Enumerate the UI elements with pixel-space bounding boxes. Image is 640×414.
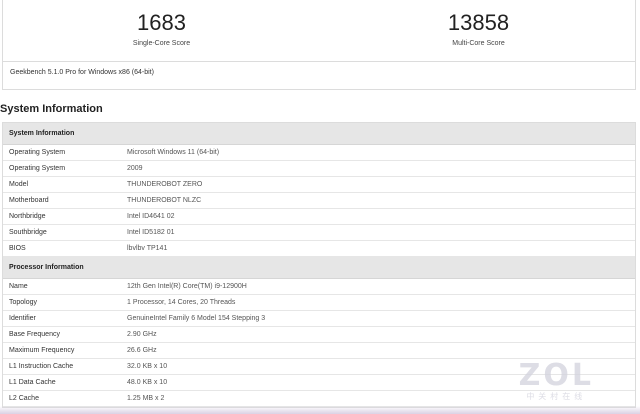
row-key: Operating System: [9, 149, 66, 156]
single-core-score: 1683 Single-Core Score: [3, 0, 320, 47]
row-value: 2009: [127, 165, 143, 172]
table-row: Maximum Frequency 26.6 GHz: [3, 343, 635, 359]
multi-core-score: 13858 Multi-Core Score: [320, 0, 637, 47]
row-key: Base Frequency: [9, 331, 60, 338]
row-key: Southbridge: [9, 229, 47, 236]
table-row: Model THUNDEROBOT ZERO: [3, 177, 635, 193]
system-info-heading: System Information: [3, 123, 635, 145]
row-value: THUNDEROBOT ZERO: [127, 181, 203, 188]
watermark-logo: ZOL: [518, 358, 594, 393]
row-key: L1 Instruction Cache: [9, 363, 74, 370]
table-row: Motherboard THUNDEROBOT NLZC: [3, 193, 635, 209]
table-row: Southbridge Intel ID5182 01: [3, 225, 635, 241]
row-key: Northbridge: [9, 213, 46, 220]
row-value: 12th Gen Intel(R) Core(TM) i9-12900H: [127, 283, 247, 290]
row-value: 48.0 KB x 10: [127, 379, 168, 386]
bottom-fade: [0, 406, 640, 414]
zol-watermark: ZOL 中关村在线: [519, 358, 594, 402]
row-value: 26.6 GHz: [127, 347, 157, 354]
table-row: Name 12th Gen Intel(R) Core(TM) i9-12900…: [3, 279, 635, 295]
table-row: Operating System 2009: [3, 161, 635, 177]
row-key: Identifier: [9, 315, 36, 322]
table-row: Operating System Microsoft Windows 11 (6…: [3, 145, 635, 161]
watermark-subtitle: 中关村在线: [526, 392, 587, 401]
row-key: L1 Data Cache: [9, 379, 56, 386]
table-row: BIOS lbvlbv TP141: [3, 241, 635, 257]
section-title: System Information: [0, 103, 103, 115]
multi-core-value: 13858: [447, 10, 510, 35]
multi-core-label: Multi-Core Score: [452, 40, 505, 47]
score-divider: [3, 61, 635, 62]
row-value: lbvlbv TP141: [127, 245, 168, 252]
row-key: Motherboard: [9, 197, 49, 204]
row-value: THUNDEROBOT NLZC: [127, 197, 202, 204]
row-value: Intel ID5182 01: [127, 229, 175, 236]
table-row: Base Frequency 2.90 GHz: [3, 327, 635, 343]
score-card: 1683 Single-Core Score 13858 Multi-Core …: [2, 0, 636, 90]
row-value: Intel ID4641 02: [127, 213, 175, 220]
row-key: Model: [9, 181, 29, 188]
row-value: 1.25 MB x 2: [127, 395, 165, 402]
row-key: Maximum Frequency: [9, 347, 75, 354]
row-value: 1 Processor, 14 Cores, 20 Threads: [127, 299, 236, 306]
single-core-value: 1683: [137, 10, 186, 35]
row-key: Name: [9, 283, 28, 290]
table-row: Topology 1 Processor, 14 Cores, 20 Threa…: [3, 295, 635, 311]
row-key: L2 Cache: [9, 395, 39, 402]
processor-info-heading: Processor Information: [3, 257, 635, 279]
row-value: 32.0 KB x 10: [127, 363, 168, 370]
single-core-label: Single-Core Score: [132, 40, 191, 47]
row-value: Microsoft Windows 11 (64-bit): [127, 149, 220, 156]
table-row: Northbridge Intel ID4641 02: [3, 209, 635, 225]
row-value: 2.90 GHz: [127, 331, 157, 338]
row-key: Operating System: [9, 165, 66, 172]
row-key: Topology: [9, 299, 38, 306]
row-key: BIOS: [9, 245, 26, 252]
table-row: Identifier GenuineIntel Family 6 Model 1…: [3, 311, 635, 327]
row-value: GenuineIntel Family 6 Model 154 Stepping…: [127, 315, 266, 322]
benchmark-version: Geekbench 5.1.0 Pro for Windows x86 (64-…: [10, 69, 154, 76]
